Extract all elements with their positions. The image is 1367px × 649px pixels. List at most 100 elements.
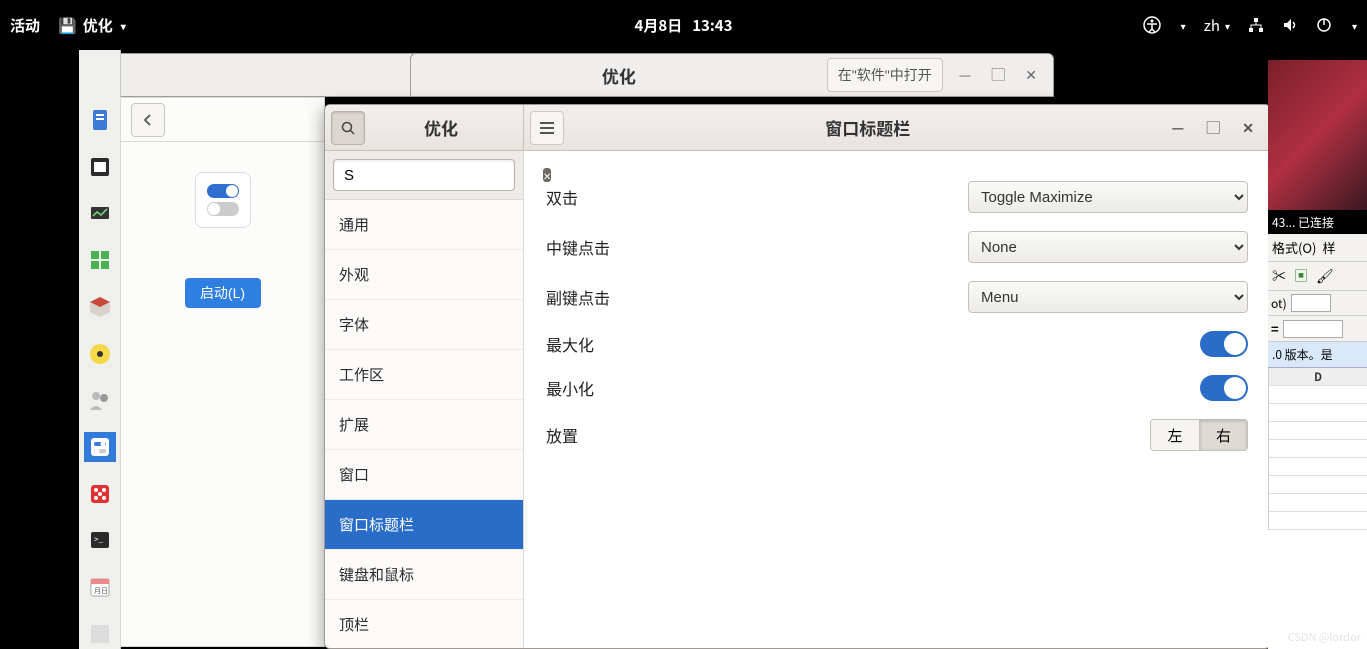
sidebar-title: 优化 <box>365 115 517 140</box>
sidebar-item-topbar[interactable]: 顶栏 <box>325 600 523 649</box>
date-label[interactable]: 4月8日 <box>635 15 683 36</box>
table-cell[interactable] <box>1269 458 1367 476</box>
window-title: 优化 <box>411 63 827 88</box>
column-header[interactable]: D <box>1269 368 1367 386</box>
minimize-button[interactable]: — <box>1172 118 1185 138</box>
svg-text:月日: 月日 <box>94 586 108 596</box>
hamburger-button[interactable] <box>530 111 564 145</box>
dock-item-users[interactable] <box>84 385 116 416</box>
power-icon[interactable] <box>1316 17 1332 33</box>
app-detail-panel: 启动(L) <box>120 97 325 647</box>
row-label-placement: 放置 <box>546 423 578 447</box>
cut-icon[interactable]: ✂ <box>1272 266 1286 286</box>
cell-input[interactable] <box>1291 294 1331 312</box>
open-in-software-button[interactable]: 在"软件"中打开 <box>827 58 943 92</box>
table-cell[interactable] <box>1269 476 1367 494</box>
sidebar-item-extensions[interactable]: 扩展 <box>325 400 523 450</box>
network-icon[interactable] <box>1248 17 1264 33</box>
watermark: CSDN @lordor <box>1288 629 1361 645</box>
top-bar: 活动 💾 优化 ▾ 4月8日 13:43 ▾ zh ▾ ▾ <box>0 0 1367 50</box>
row-label-minimize: 最小化 <box>546 376 594 400</box>
tweaks-app-icon <box>195 172 251 228</box>
dock: >_ 月日 <box>79 50 121 649</box>
sidebar-item-fonts[interactable]: 字体 <box>325 300 523 350</box>
close-button[interactable]: ✕ <box>1242 118 1254 138</box>
dock-item-tweaks[interactable] <box>84 432 116 463</box>
volume-icon[interactable] <box>1282 17 1298 33</box>
input-label: zh <box>1204 15 1220 36</box>
equals-label: = <box>1271 319 1279 338</box>
chevron-down-icon: ▾ <box>1225 18 1230 33</box>
svg-text:>_: >_ <box>94 534 103 545</box>
accessibility-icon[interactable] <box>1143 16 1161 34</box>
tweaks-window: 优化 窗口标题栏 — ▢ ✕ ✕ 通用 外观 字体 工作区 扩展 窗口 <box>324 104 1271 649</box>
search-input[interactable] <box>340 167 543 184</box>
dock-item-music[interactable] <box>84 338 116 369</box>
sidebar-item-appearance[interactable]: 外观 <box>325 250 523 300</box>
back-button[interactable] <box>131 103 165 137</box>
table-cell[interactable] <box>1269 404 1367 422</box>
menu-style[interactable]: 样 <box>1322 238 1335 257</box>
app-menu[interactable]: 💾 优化 ▾ <box>58 15 126 36</box>
activities-button[interactable]: 活动 <box>10 15 40 36</box>
dock-item-calendar[interactable]: 月日 <box>84 572 116 603</box>
table-cell[interactable] <box>1269 422 1367 440</box>
middle-click-combo[interactable]: None <box>968 231 1248 263</box>
menu-format[interactable]: 格式(O) <box>1272 238 1316 257</box>
double-click-combo[interactable]: Toggle Maximize <box>968 181 1248 213</box>
dock-item-app[interactable] <box>84 618 116 649</box>
maximize-button[interactable]: ▢ <box>1206 118 1220 138</box>
tweaks-header: 优化 窗口标题栏 — ▢ ✕ <box>325 105 1270 151</box>
placement-segmented: 左 右 <box>1150 419 1248 451</box>
launch-button[interactable]: 启动(L) <box>185 278 261 308</box>
field-label: ot) <box>1271 295 1287 312</box>
dock-item-monitor[interactable] <box>84 198 116 229</box>
secondary-click-combo[interactable]: Menu <box>968 281 1248 313</box>
dock-item-disk[interactable] <box>84 152 116 183</box>
sidebar: ✕ 通用 外观 字体 工作区 扩展 窗口 窗口标题栏 键盘和鼠标 顶栏 <box>325 151 524 648</box>
row-label-maximize: 最大化 <box>546 332 594 356</box>
row-label-double-click: 双击 <box>546 185 578 209</box>
sidebar-item-general[interactable]: 通用 <box>325 200 523 250</box>
app-menu-label: 优化 <box>83 15 113 36</box>
minimize-switch[interactable] <box>1200 375 1248 401</box>
maximize-button[interactable]: ▢ <box>991 65 1005 85</box>
dock-item-box[interactable] <box>84 292 116 323</box>
placement-right-button[interactable]: 右 <box>1199 420 1247 450</box>
content-area: 双击 Toggle Maximize 中键点击 None 副键点击 <box>524 151 1270 648</box>
sidebar-item-windows[interactable]: 窗口 <box>325 450 523 500</box>
page-title: 窗口标题栏 <box>564 115 1172 140</box>
chevron-down-icon: ▾ <box>1352 18 1357 33</box>
search-toggle-button[interactable] <box>331 111 365 145</box>
spreadsheet-window-partial: 43... 已连接 格式(O) 样 ✂ ▣ 🖌 ot) = .0 版本。是 D <box>1268 60 1367 649</box>
chevron-down-icon: ▾ <box>1181 18 1186 33</box>
info-note: .0 版本。是 <box>1268 342 1367 368</box>
sidebar-item-titlebars[interactable]: 窗口标题栏 <box>325 500 523 550</box>
sidebar-item-workspaces[interactable]: 工作区 <box>325 350 523 400</box>
save-icon: 💾 <box>58 15 77 36</box>
dock-item-files[interactable] <box>84 105 116 136</box>
time-label[interactable]: 13:43 <box>692 15 732 36</box>
brush-icon[interactable]: 🖌 <box>1316 266 1334 286</box>
row-label-secondary-click: 副键点击 <box>546 285 610 309</box>
dock-item-grid[interactable] <box>84 245 116 276</box>
table-cell[interactable] <box>1269 440 1367 458</box>
input-method[interactable]: zh ▾ <box>1204 15 1230 36</box>
table-cell[interactable] <box>1269 494 1367 512</box>
table-cell[interactable] <box>1269 386 1367 404</box>
maximize-switch[interactable] <box>1200 331 1248 357</box>
paste-icon[interactable]: ▣ <box>1294 266 1308 286</box>
search-input-wrapper: ✕ <box>333 159 515 191</box>
sidebar-item-kbmouse[interactable]: 键盘和鼠标 <box>325 550 523 600</box>
close-button[interactable]: ✕ <box>1025 65 1037 85</box>
chevron-down-icon: ▾ <box>121 18 126 33</box>
formula-input[interactable] <box>1283 320 1343 338</box>
placement-left-button[interactable]: 左 <box>1151 420 1199 450</box>
minimize-button[interactable]: — <box>959 65 972 85</box>
dock-item-terminal[interactable]: >_ <box>84 525 116 556</box>
status-bar: 43... 已连接 <box>1268 210 1367 234</box>
table-cell[interactable] <box>1269 512 1367 530</box>
row-label-middle-click: 中键点击 <box>546 235 610 259</box>
tweaks-bg-window-header: 优化 在"软件"中打开 — ▢ ✕ <box>410 53 1054 97</box>
dock-item-dice[interactable] <box>84 478 116 509</box>
